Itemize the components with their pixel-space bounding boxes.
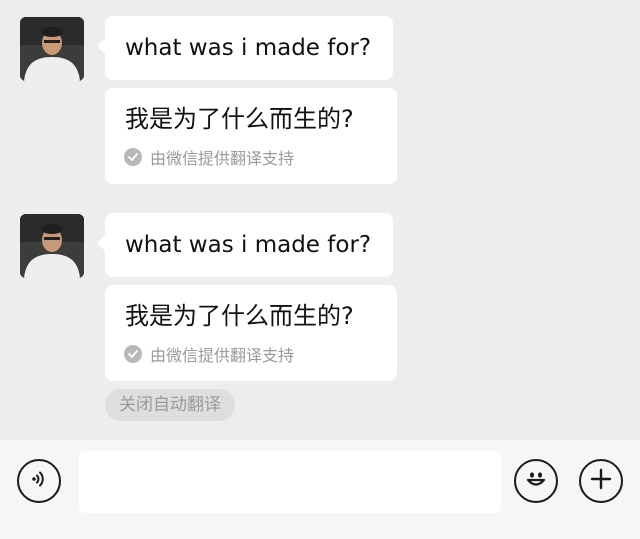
voice-icon: [28, 468, 50, 494]
message-input[interactable]: [79, 451, 501, 513]
avatar[interactable]: [20, 17, 84, 81]
message-text: what was i made for?: [125, 232, 372, 258]
emoji-icon: [522, 465, 550, 497]
translation-note: 由微信提供翻译支持: [124, 344, 295, 365]
translation-note: 由微信提供翻译支持: [124, 147, 295, 168]
translation-note-label: 由微信提供翻译支持: [150, 346, 295, 365]
translation-bubble[interactable]: 我是为了什么而生的? 由微信提供翻译支持: [105, 285, 397, 381]
voice-button[interactable]: [17, 459, 61, 503]
translation-bubble[interactable]: 我是为了什么而生的? 由微信提供翻译支持: [105, 88, 397, 184]
check-circle-icon: [124, 345, 142, 363]
message-bubble[interactable]: what was i made for?: [97, 16, 393, 80]
close-auto-translate-button[interactable]: 关闭自动翻译: [105, 389, 235, 421]
message-text: what was i made for?: [125, 35, 372, 61]
chat-area: what was i made for? 我是为了什么而生的? 由微信提供翻译支…: [0, 0, 640, 440]
translation-text: 我是为了什么而生的?: [125, 302, 354, 330]
translation-note-label: 由微信提供翻译支持: [150, 149, 295, 168]
message-bubble[interactable]: what was i made for?: [97, 213, 393, 277]
input-bar: [0, 440, 640, 539]
plus-icon: [589, 467, 613, 495]
emoji-button[interactable]: [514, 459, 558, 503]
add-button[interactable]: [579, 459, 623, 503]
translation-text: 我是为了什么而生的?: [125, 105, 354, 133]
avatar[interactable]: [20, 214, 84, 278]
check-circle-icon: [124, 148, 142, 166]
